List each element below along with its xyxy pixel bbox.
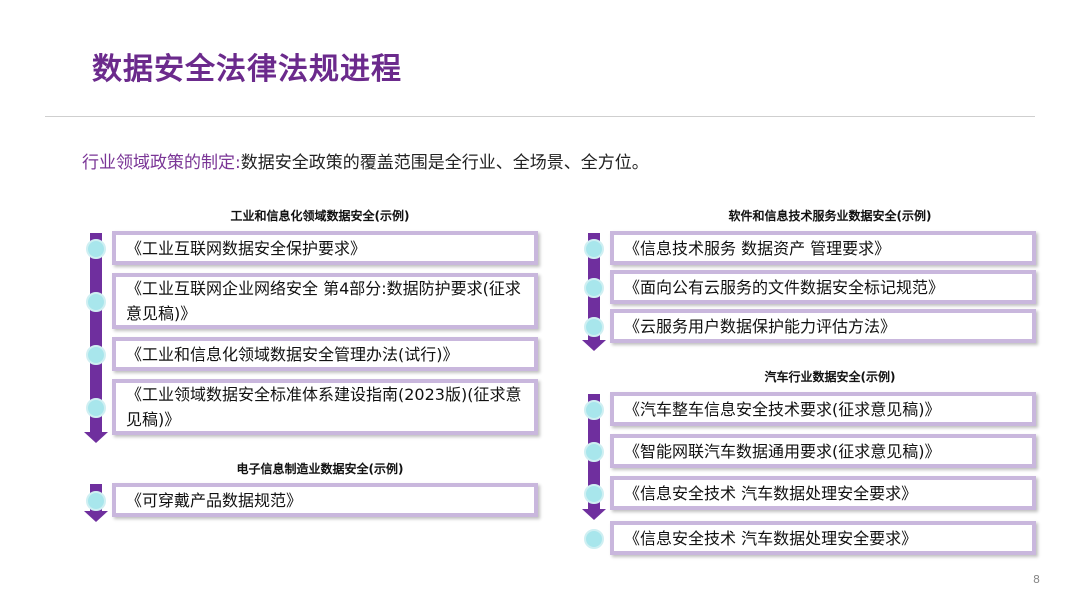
timeline-dot: [86, 239, 106, 259]
timeline-dot: [86, 345, 106, 365]
timeline-dot: [584, 317, 604, 337]
policy-title: 《可穿戴产品数据规范》: [126, 488, 302, 513]
policy-card: 《工业互联网数据安全保护要求》: [112, 231, 538, 265]
policy-card: 《工业和信息化领域数据安全管理办法(试行)》: [112, 337, 538, 371]
policy-card: 《云服务用户数据保护能力评估方法》: [610, 309, 1036, 343]
policy-title: 《信息技术服务 数据资产 管理要求》: [624, 236, 890, 261]
policy-card: 《智能网联汽车数据通用要求(征求意见稿)》: [610, 434, 1036, 468]
policy-card: 《工业互联网企业网络安全 第4部分:数据防护要求(征求意见稿)》: [112, 273, 538, 329]
timeline-dot: [584, 529, 604, 549]
policy-card: 《汽车整车信息安全技术要求(征求意见稿)》: [610, 392, 1036, 426]
timeline-arrow-software: [582, 340, 606, 351]
timeline-arrow-industrial: [84, 432, 108, 443]
policy-title: 《工业和信息化领域数据安全管理办法(试行)》: [126, 342, 459, 367]
policy-title: 《工业互联网企业网络安全 第4部分:数据防护要求(征求意见稿)》: [126, 276, 524, 326]
timeline-dot: [584, 442, 604, 462]
timeline-arrow-electronic: [84, 511, 108, 522]
title-divider: [45, 116, 1035, 117]
timeline-arrow-auto: [582, 509, 606, 520]
policy-card: 《信息安全技术 汽车数据处理安全要求》: [610, 521, 1036, 555]
policy-title: 《云服务用户数据保护能力评估方法》: [624, 314, 896, 339]
policy-card: 《信息安全技术 汽车数据处理安全要求》: [610, 476, 1036, 510]
section-heading-auto: 汽车行业数据安全(示例): [660, 368, 1000, 385]
policy-title: 《信息安全技术 汽车数据处理安全要求》: [624, 481, 917, 506]
policy-title: 《工业互联网数据安全保护要求》: [126, 236, 366, 261]
timeline-dot: [584, 278, 604, 298]
policy-title: 《汽车整车信息安全技术要求(征求意见稿)》: [624, 397, 941, 422]
section-heading-industrial: 工业和信息化领域数据安全(示例): [150, 207, 490, 224]
timeline-dot: [86, 491, 106, 511]
timeline-dot: [584, 400, 604, 420]
page-title: 数据安全法律法规进程: [92, 44, 402, 88]
subtitle: 行业领域政策的制定:数据安全政策的覆盖范围是全行业、全场景、全方位。: [82, 148, 649, 173]
policy-title: 《工业领域数据安全标准体系建设指南(2023版)(征求意见稿)》: [126, 382, 524, 432]
page-number: 8: [1033, 573, 1040, 586]
subtitle-label: 行业领域政策的制定:: [82, 153, 241, 173]
timeline-dot: [86, 292, 106, 312]
timeline-dot: [584, 239, 604, 259]
policy-title: 《智能网联汽车数据通用要求(征求意见稿)》: [624, 439, 941, 464]
section-heading-electronic: 电子信息制造业数据安全(示例): [150, 460, 490, 477]
policy-card: 《工业领域数据安全标准体系建设指南(2023版)(征求意见稿)》: [112, 379, 538, 435]
policy-card: 《信息技术服务 数据资产 管理要求》: [610, 231, 1036, 265]
timeline-dot: [86, 398, 106, 418]
policy-card: 《面向公有云服务的文件数据安全标记规范》: [610, 270, 1036, 304]
policy-card: 《可穿戴产品数据规范》: [112, 483, 538, 517]
policy-title: 《信息安全技术 汽车数据处理安全要求》: [624, 526, 917, 551]
subtitle-text: 数据安全政策的覆盖范围是全行业、全场景、全方位。: [241, 153, 649, 173]
policy-title: 《面向公有云服务的文件数据安全标记规范》: [624, 275, 944, 300]
section-heading-software: 软件和信息技术服务业数据安全(示例): [660, 207, 1000, 224]
timeline-dot: [584, 484, 604, 504]
